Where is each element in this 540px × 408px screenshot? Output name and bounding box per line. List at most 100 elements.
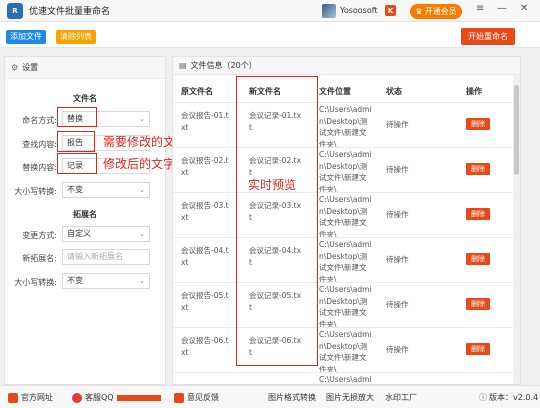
- row-divider: [173, 192, 515, 193]
- vip-button[interactable]: ♛ 开通会员: [410, 4, 462, 19]
- tool-image-upscale-link[interactable]: 图片无损放大: [326, 392, 374, 403]
- files-panel: ▤ 文件信息（20个） 原文件名 新文件名 文件位置 状态 操作 会议报告-01…: [172, 56, 521, 385]
- column-header-action: 操作: [466, 87, 482, 96]
- version-label: 版本：v2.0.4: [489, 393, 539, 402]
- crown-icon: ♛: [415, 7, 423, 16]
- qq-number-redacted: [116, 394, 161, 401]
- toolbar: 添加文件 清除列表: [0, 22, 540, 48]
- ext-case-select[interactable]: 不变 ⌄: [62, 273, 150, 289]
- location-cell: C:\Users\admi: [319, 105, 372, 114]
- row-divider: [173, 147, 515, 148]
- status-cell: 待操作: [386, 255, 409, 264]
- user-avatar[interactable]: [322, 4, 336, 18]
- case-value: 不变: [67, 185, 83, 194]
- delete-button[interactable]: 删除: [466, 163, 490, 175]
- original-name-cell: 会议报告-01.t: [181, 111, 229, 120]
- tool-watermark-link[interactable]: 水印工厂: [385, 392, 417, 403]
- minimize-icon[interactable]: —: [497, 3, 507, 14]
- location-cell: n\Desktop\测: [319, 161, 368, 171]
- change-mode-value: 自定义: [67, 229, 91, 238]
- original-name-cell: xt: [181, 122, 189, 132]
- close-icon[interactable]: ✕: [520, 3, 528, 14]
- location-cell: 试文件\新建文: [319, 218, 367, 227]
- status-cell: 待操作: [386, 165, 409, 174]
- row-divider: [173, 282, 515, 283]
- scrollbar[interactable]: [513, 75, 520, 384]
- new-ext-label: 新拓展名:: [22, 254, 57, 263]
- location-cell: 试文件\新建文: [319, 308, 367, 317]
- delete-button[interactable]: 删除: [466, 253, 490, 265]
- new-ext-input[interactable]: 请输入新拓展名: [62, 249, 150, 265]
- annotation-box-rename-mode: [57, 107, 97, 127]
- home-icon: [8, 392, 18, 403]
- files-header: ▤ 文件信息（20个）: [173, 57, 520, 75]
- status-cell: 待操作: [386, 345, 409, 354]
- location-cell: C:\Users\admi: [319, 150, 372, 159]
- original-name-cell: 会议报告-02.t: [181, 156, 229, 165]
- feedback-link[interactable]: 意见反馈: [174, 392, 219, 403]
- case-select[interactable]: 不变 ⌄: [62, 182, 150, 198]
- location-cell: 试文件\新建文: [319, 353, 367, 362]
- settings-header: ⚙ 设置: [5, 57, 165, 79]
- delete-button[interactable]: 删除: [466, 298, 490, 310]
- rename-mode-label: 命名方式:: [22, 116, 57, 125]
- change-mode-label: 变更方式:: [22, 231, 57, 240]
- status-cell: 待操作: [386, 120, 409, 129]
- gear-icon: ⚙: [11, 63, 19, 72]
- info-icon: ⓘ: [479, 393, 487, 402]
- qq-icon: [72, 392, 82, 403]
- location-cell: C:\Users\admi: [319, 195, 372, 204]
- support-qq-link[interactable]: 客服QQ: [72, 392, 161, 403]
- feedback-icon: [174, 392, 184, 403]
- original-name-cell: 会议报告-05.t: [181, 291, 229, 300]
- original-name-cell: xt: [181, 347, 189, 357]
- version-info: ⓘ 版本：v2.0.4: [479, 392, 538, 403]
- location-cell: 试文件\新建文: [319, 173, 367, 182]
- status-cell: 待操作: [386, 210, 409, 219]
- original-name-cell: xt: [181, 257, 189, 267]
- original-name-cell: 会议报告-04.t: [181, 246, 229, 255]
- location-cell: C:\Users\admi: [319, 285, 372, 294]
- location-cell: C:\Users\admi: [319, 375, 372, 384]
- location-cell: n\Desktop\测: [319, 206, 368, 216]
- location-cell: C:\Users\admi: [319, 330, 372, 339]
- change-mode-select[interactable]: 自定义 ⌄: [62, 226, 150, 242]
- original-name-cell: xt: [181, 302, 189, 312]
- location-cell: 试文件\新建文: [319, 128, 367, 137]
- location-cell: C:\Users\admi: [319, 240, 372, 249]
- location-cell: n\Desktop\测: [319, 296, 368, 306]
- annotation-box-find: [57, 131, 95, 152]
- column-header-original: 原文件名: [181, 87, 213, 96]
- delete-button[interactable]: 删除: [466, 118, 490, 130]
- scrollbar-thumb[interactable]: [514, 85, 519, 175]
- website-link[interactable]: 官方网址: [8, 392, 53, 403]
- ext-case-label: 大小写转换:: [14, 278, 57, 287]
- delete-button[interactable]: 删除: [466, 208, 490, 220]
- tool-image-format-link[interactable]: 图片格式转换: [268, 392, 316, 403]
- settings-title: 设置: [22, 63, 39, 72]
- clear-list-button[interactable]: 清除列表: [56, 30, 96, 44]
- case-label: 大小写转换:: [14, 187, 57, 196]
- location-cell: n\Desktop\测: [319, 251, 368, 261]
- app-logo-icon: R: [7, 2, 23, 19]
- settings-panel: ⚙ 设置 文件名 命名方式: 替换 ⌄ 查找内容: 报告 替换内容: 记录 大小…: [4, 56, 166, 385]
- annotation-box-new-name-column: [236, 76, 318, 366]
- chevron-down-icon: ⌄: [139, 230, 145, 238]
- annotation-box-replace: [57, 153, 97, 174]
- original-name-cell: 会议报告-03.t: [181, 201, 229, 210]
- row-divider: [173, 372, 515, 373]
- add-files-button[interactable]: 添加文件: [6, 30, 46, 44]
- row-divider: [173, 327, 515, 328]
- row-divider: [173, 102, 515, 103]
- find-label: 查找内容:: [22, 140, 57, 149]
- chevron-down-icon: ⌄: [139, 115, 145, 123]
- chevron-down-icon: ⌄: [139, 277, 145, 285]
- status-cell: 待操作: [386, 300, 409, 309]
- menu-icon[interactable]: ≡: [476, 3, 484, 14]
- feedback-label: 意见反馈: [187, 393, 219, 402]
- annotation-after-modify: 修改后的文字: [103, 157, 176, 171]
- extension-section-title: 拓展名: [73, 210, 97, 219]
- start-rename-button[interactable]: 开始重命名: [461, 28, 515, 45]
- delete-button[interactable]: 删除: [466, 343, 490, 355]
- user-name[interactable]: Yosoosoft: [340, 6, 378, 15]
